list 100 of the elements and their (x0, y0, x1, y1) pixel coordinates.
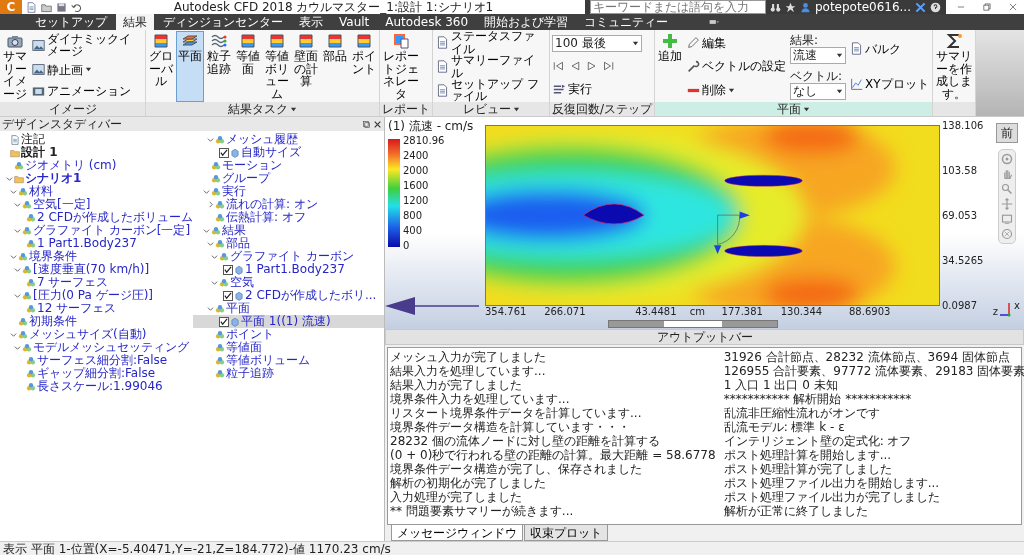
chevron-down-icon[interactable] (211, 253, 218, 260)
chevron-down-icon[interactable] (14, 344, 21, 351)
tree-item[interactable]: グラファイト カーボン[一定] (0, 224, 191, 237)
ribbon-tab[interactable]: 表示 (292, 14, 330, 30)
tree-item[interactable]: メッシュ履歴 (193, 133, 384, 146)
chevron-down-icon[interactable] (14, 266, 21, 273)
ribbon-button[interactable]: サマリーを作成します。 (933, 31, 974, 102)
ribbon-button[interactable]: 追加 (656, 31, 685, 102)
ribbon-button[interactable]: レポートジェネレータ (381, 31, 421, 102)
tree-item[interactable]: グラファイト カーボン (193, 250, 384, 263)
checkbox[interactable] (223, 290, 233, 301)
ribbon-tab[interactable]: ディシジョンセンター (156, 14, 290, 30)
tree-item[interactable]: 等値ボリューム (193, 354, 384, 367)
scrollbar[interactable] (607, 320, 779, 328)
tree-item[interactable]: モーション (193, 159, 384, 172)
ribbon-tab[interactable]: Autodesk 360 (378, 14, 476, 30)
tree-item[interactable]: モデルメッシュセッティング (0, 341, 191, 354)
chevron-down-icon[interactable] (207, 305, 214, 312)
tree-item[interactable]: 7 サーフェス (0, 276, 191, 289)
ribbon-tab[interactable]: Vault (332, 14, 377, 30)
checkbox[interactable] (223, 264, 233, 275)
ribbon-button[interactable]: サマリーファイル (435, 54, 547, 79)
tree-item[interactable]: シナリオ1 (0, 172, 191, 185)
ribbon-button[interactable]: ステータスファイル (435, 31, 547, 55)
group-label-bar[interactable]: レビュー (433, 102, 549, 116)
ribbon-tab[interactable]: セットアップ (28, 14, 114, 30)
tree-item[interactable]: 自動サイズ (193, 146, 384, 159)
tree-item[interactable]: 実行 (193, 185, 384, 198)
ribbon-button[interactable]: バルク (849, 39, 930, 58)
tree-item[interactable]: 12 サーフェス (0, 302, 191, 315)
ribbon-button[interactable]: 等値ボリューム (263, 31, 291, 102)
ribbon-button[interactable]: 粒子追跡 (205, 31, 233, 102)
checkbox[interactable] (219, 147, 229, 158)
ribbon-tab[interactable]: 開始および学習 (477, 14, 576, 30)
chevron-down-icon[interactable] (203, 188, 210, 195)
ribbon-button[interactable]: ポイント (350, 31, 378, 102)
tree-item[interactable]: ギャップ細分割:False (0, 367, 191, 380)
tree-item[interactable]: 平面 1((1) 流速) (193, 315, 384, 328)
tree-item[interactable]: 伝熱計算: オフ (193, 211, 384, 224)
chevron-down-icon[interactable] (10, 331, 17, 338)
tree-item[interactable]: 長さスケール:1.99046 (0, 380, 191, 393)
tree-item[interactable]: ポイント (193, 328, 384, 341)
ribbon-tab[interactable]: コミュニティー (577, 14, 676, 30)
group-label-bar[interactable]: 平面 (655, 102, 932, 116)
search-field[interactable]: キーワードまたは語句を入力 (589, 0, 766, 14)
chevron-down-icon[interactable] (10, 188, 17, 195)
ribbon-button[interactable]: ダイナミックイメージ (31, 32, 143, 58)
view-cube[interactable]: 前 (996, 123, 1018, 143)
tree-item[interactable]: [速度垂直(70 km/h)] (0, 263, 191, 276)
ribbon-button[interactable]: 実行 (552, 80, 642, 98)
tree-item[interactable]: 2 CFDが作成したボリ... (193, 289, 384, 302)
tree-item[interactable]: メッシュサイズ(自動) (0, 328, 191, 341)
scrollbar-thumb[interactable] (664, 321, 722, 327)
ribbon-button[interactable]: 部品 (321, 31, 349, 102)
tree-item[interactable]: 材料 (0, 185, 191, 198)
chevron-down-icon[interactable] (6, 175, 13, 182)
chevron-down-icon[interactable] (211, 279, 218, 286)
tree-item[interactable]: [圧力(0 Pa ゲージ圧)] (0, 289, 191, 302)
ribbon-button[interactable]: アニメーション (31, 82, 143, 101)
ribbon-button[interactable]: 編集 (686, 33, 788, 52)
tree-item[interactable]: 2 CFDが作成したボリューム (0, 211, 191, 224)
ribbon-button[interactable]: 平面 (176, 31, 204, 102)
ribbon-button[interactable]: XYプロット (849, 75, 930, 94)
group-label-bar[interactable]: 結果タスク (146, 102, 379, 116)
chevron-right-icon[interactable] (207, 201, 214, 208)
tree-item[interactable]: 初期条件 (0, 315, 191, 328)
output-tab[interactable]: メッセージウィンドウ (391, 525, 523, 541)
ribbon-button[interactable]: ベクトルの設定 (686, 57, 788, 76)
tree-item[interactable]: 空気 (193, 276, 384, 289)
chevron-down-icon[interactable] (14, 292, 21, 299)
ribbon-button[interactable]: サマリーイメージ (1, 31, 29, 102)
tree-item[interactable]: ジオメトリ (cm) (0, 159, 191, 172)
tree-item[interactable]: 平面 (193, 302, 384, 315)
user-name[interactable]: potepote0616... (814, 0, 911, 14)
tree-item[interactable]: 流れの計算: オン (193, 198, 384, 211)
tree-item[interactable]: 空気[一定] (0, 198, 191, 211)
checkbox[interactable] (219, 316, 229, 327)
tree-item[interactable]: 部品 (193, 237, 384, 250)
dropdown-field[interactable]: 100 最後 (552, 35, 642, 52)
tree-item[interactable]: 結果 (193, 224, 384, 237)
tree-item[interactable]: 等値面 (193, 341, 384, 354)
chevron-down-icon[interactable] (10, 253, 17, 260)
chevron-down-icon[interactable] (14, 201, 21, 208)
tree-item[interactable]: 粒子追跡 (193, 367, 384, 380)
tree-item[interactable]: 注記 (0, 133, 191, 146)
tree-item[interactable]: サーフェス細分割:False (0, 354, 191, 367)
chevron-down-icon[interactable] (207, 136, 214, 143)
dropdown-field[interactable]: 流速 (790, 47, 847, 65)
ribbon-button[interactable]: 静止画 (31, 61, 143, 79)
tree-item[interactable]: 1 Part1.Body237 (0, 237, 191, 250)
ribbon-button[interactable]: グローバル (147, 31, 175, 102)
output-tab[interactable]: 収束プロット (524, 525, 608, 541)
tree-item[interactable]: 境界条件 (0, 250, 191, 263)
chevron-down-icon[interactable] (207, 240, 214, 247)
ribbon-button[interactable]: 削除 (686, 81, 788, 100)
chevron-down-icon[interactable] (203, 227, 210, 234)
chevron-down-icon[interactable] (14, 227, 21, 234)
tree-item[interactable]: グループ (193, 172, 384, 185)
ribbon-button[interactable]: 壁面の計算 (292, 31, 320, 102)
tree-item[interactable]: 1 Part1.Body237 (193, 263, 384, 276)
